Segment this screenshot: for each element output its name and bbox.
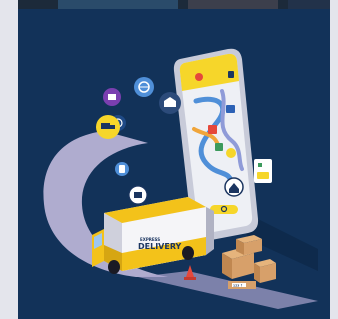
map-pin-icon <box>226 148 236 158</box>
warehouse-icon <box>159 92 181 114</box>
right-margin <box>330 0 338 319</box>
warehouse-icon <box>208 125 217 134</box>
gift-icon <box>103 88 121 106</box>
delivery-illustration: EXPRESS DELIVERY 123 ↑ <box>18 9 330 319</box>
top-photo-strip <box>18 0 330 9</box>
globe-icon <box>134 77 154 97</box>
side-card <box>254 159 272 183</box>
truck-icon <box>96 115 120 139</box>
box-label: 123 ↑ <box>233 284 243 288</box>
phone-icon <box>115 162 129 176</box>
box-icon <box>226 105 235 113</box>
phone-icon <box>228 71 234 78</box>
box-icon <box>128 185 148 205</box>
left-margin <box>0 0 18 319</box>
map-pin-icon <box>195 73 203 81</box>
gift-icon <box>215 143 223 151</box>
van-label-large: DELIVERY <box>138 242 182 251</box>
illustration-frame: EXPRESS DELIVERY 123 ↑ <box>0 0 338 319</box>
